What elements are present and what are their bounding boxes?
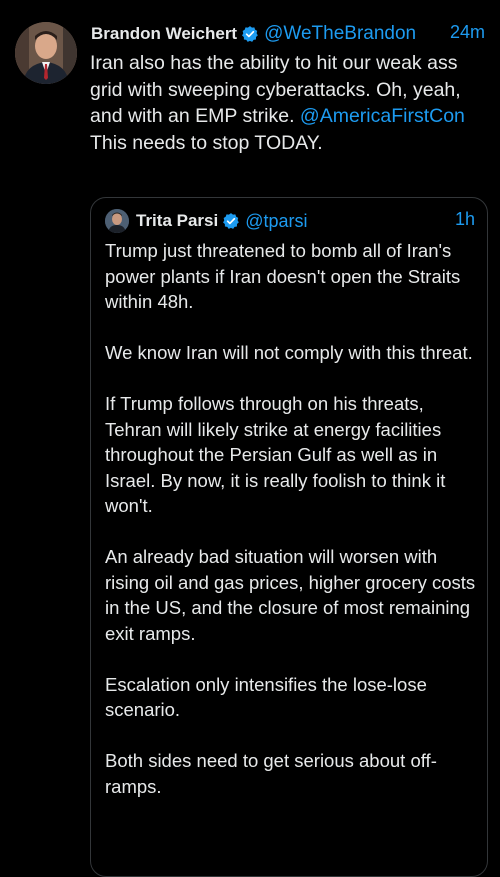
quoted-author-handle[interactable]: @tparsi <box>245 211 307 232</box>
quoted-tweet-body: Trump just threatened to bomb all of Ira… <box>105 238 477 825</box>
author-avatar[interactable] <box>15 22 77 84</box>
tweet-header: Brandon Weichert @WeTheBrandon 24m <box>91 22 491 46</box>
quoted-author-avatar[interactable] <box>105 209 129 233</box>
quoted-tweet-header: Trita Parsi @tparsi 1h <box>105 208 475 234</box>
quoted-tweet-time[interactable]: 1h <box>455 209 475 230</box>
author-handle[interactable]: @WeTheBrandon <box>264 23 416 45</box>
mention-link[interactable]: @AmericaFirstCon <box>300 105 465 127</box>
tweet-text-part2: This needs to stop TODAY. <box>90 131 323 154</box>
quoted-paragraph: An already bad situation will worsen wit… <box>105 546 476 644</box>
tweet-text: Iran also has the ability to hit our wea… <box>90 50 490 156</box>
verified-badge-icon <box>222 212 240 230</box>
quoted-tweet[interactable]: Trita Parsi @tparsi 1h Trump just threat… <box>90 197 488 877</box>
quoted-paragraph: We know Iran will not comply with this t… <box>105 342 473 363</box>
quoted-paragraph: Both sides need to get serious about off… <box>105 750 437 797</box>
quoted-paragraph: Trump just threatened to bomb all of Ira… <box>105 240 461 312</box>
author-name[interactable]: Brandon Weichert <box>91 24 237 44</box>
quoted-paragraph: Escalation only intensifies the lose-los… <box>105 673 427 721</box>
verified-badge-icon <box>241 25 259 43</box>
quoted-paragraph: If Trump follows through on his threats,… <box>105 393 446 516</box>
tweet-time[interactable]: 24m <box>450 22 485 43</box>
quoted-author-name[interactable]: Trita Parsi <box>136 211 218 231</box>
